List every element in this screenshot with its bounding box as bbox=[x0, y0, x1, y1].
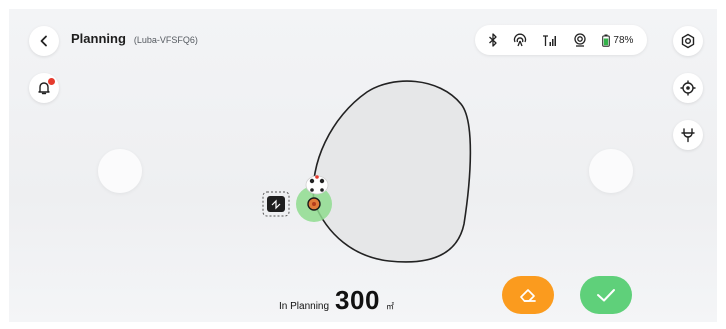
settings-icon bbox=[681, 33, 695, 49]
notification-button[interactable] bbox=[29, 73, 59, 103]
device-name: (Luba-VFSFQ6) bbox=[133, 35, 198, 45]
confirm-button[interactable] bbox=[580, 276, 632, 314]
settings-button[interactable] bbox=[673, 26, 703, 56]
locate-button[interactable] bbox=[673, 73, 703, 103]
charging-station-button[interactable] bbox=[673, 120, 703, 150]
left-joystick[interactable] bbox=[98, 149, 142, 193]
planning-screen: Planning (Luba-VFSFQ6) 78% In Planning 3… bbox=[9, 9, 717, 322]
eraser-icon bbox=[520, 289, 536, 302]
locate-icon bbox=[680, 80, 696, 96]
camera-icon bbox=[573, 33, 587, 47]
planning-area-unit: ㎡ bbox=[385, 302, 394, 311]
back-icon bbox=[40, 35, 47, 47]
status-bar: 78% bbox=[475, 25, 647, 55]
cellular-signal-icon bbox=[542, 34, 558, 47]
battery-icon bbox=[602, 34, 611, 47]
page-title: Planning (Luba-VFSFQ6) bbox=[71, 31, 198, 51]
bluetooth-icon bbox=[488, 33, 498, 47]
title-text: Planning bbox=[71, 31, 126, 46]
battery-percent: 78% bbox=[613, 34, 634, 46]
battery-status: 78% bbox=[602, 34, 633, 47]
erase-button[interactable] bbox=[502, 276, 554, 314]
planning-label: In Planning bbox=[279, 301, 330, 312]
notification-dot bbox=[48, 78, 55, 85]
planned-area bbox=[312, 80, 472, 263]
checkmark-icon bbox=[597, 289, 615, 302]
right-joystick[interactable] bbox=[589, 149, 633, 193]
rtk-signal-icon bbox=[513, 33, 527, 47]
back-button[interactable] bbox=[29, 26, 59, 56]
planning-area-value: 300 bbox=[335, 285, 380, 315]
planning-area-readout: In Planning 300 ㎡ bbox=[279, 285, 394, 316]
charging-station-icon bbox=[681, 128, 695, 143]
